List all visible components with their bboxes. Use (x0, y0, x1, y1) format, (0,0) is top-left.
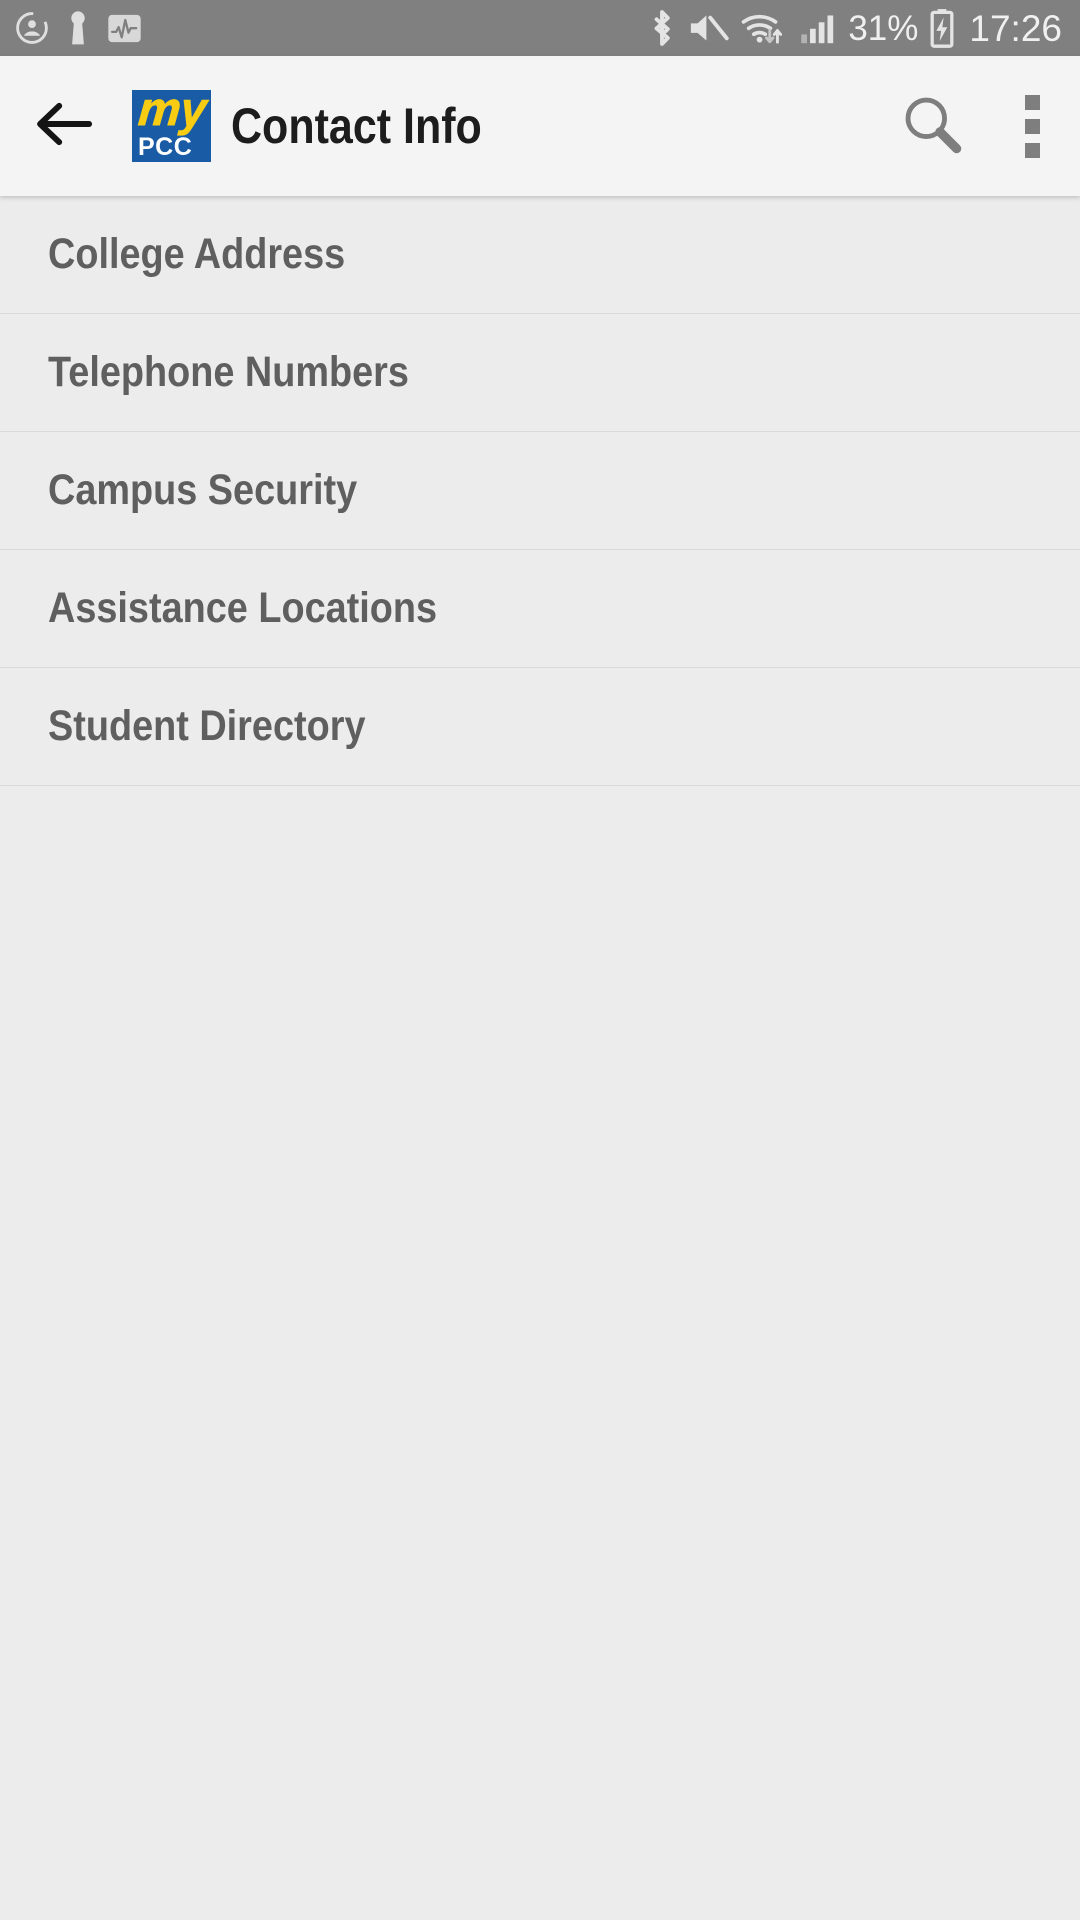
list-item[interactable]: College Address (0, 196, 1080, 314)
page-title: Contact Info (231, 98, 482, 154)
keyhole-icon (64, 9, 92, 47)
back-arrow-icon (33, 97, 95, 156)
list-item-label: Campus Security (48, 466, 358, 514)
volume-mute-icon (687, 9, 730, 47)
list-item-label: Assistance Locations (48, 584, 438, 632)
overflow-dot-3 (1024, 142, 1040, 158)
overflow-menu-icon (1024, 94, 1040, 110)
search-button[interactable] (880, 91, 984, 162)
list-item[interactable]: Campus Security (0, 432, 1080, 550)
back-button[interactable] (8, 97, 120, 156)
activity-monitor-icon (106, 10, 143, 47)
app-bar: my PCC Contact Info (0, 56, 1080, 196)
list-item[interactable]: Student Directory (0, 668, 1080, 786)
logo-pcc-text: PCC (138, 133, 193, 161)
list-item[interactable]: Assistance Locations (0, 550, 1080, 668)
status-bar: 31% 17:26 (0, 0, 1080, 56)
app-bar-actions (880, 91, 1080, 162)
logo-my-text: my (135, 90, 209, 137)
content-area: College Address Telephone Numbers Campus… (0, 196, 1080, 1920)
battery-charging-icon (929, 8, 955, 48)
overflow-dot-2 (1024, 118, 1040, 134)
bluetooth-icon (648, 8, 676, 48)
empty-list-space (0, 786, 1080, 1920)
list-item-label: Telephone Numbers (48, 348, 409, 396)
wifi-data-transfer-icon (740, 8, 788, 48)
list-item-label: College Address (48, 230, 346, 278)
list-item-label: Student Directory (48, 702, 366, 750)
cellular-signal-icon (799, 9, 837, 47)
contact-info-list: College Address Telephone Numbers Campus… (0, 196, 1080, 786)
search-icon (899, 91, 965, 162)
mypcc-logo: my PCC (132, 90, 211, 162)
clock-label: 17:26 (969, 7, 1062, 49)
account-circle-icon (14, 10, 50, 46)
list-item[interactable]: Telephone Numbers (0, 314, 1080, 432)
status-bar-right-icons: 31% 17:26 (648, 8, 1062, 48)
status-bar-left-icons (14, 9, 143, 47)
overflow-menu-button[interactable] (984, 94, 1080, 158)
battery-percent-label: 31% (848, 8, 919, 48)
